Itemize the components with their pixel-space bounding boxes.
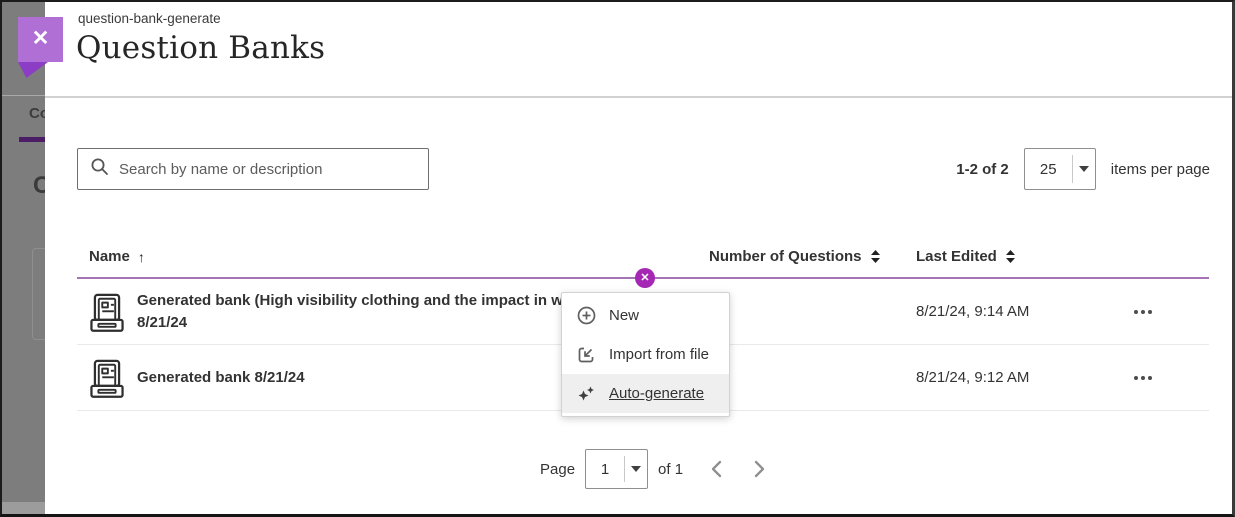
panel-header-divider [45, 96, 1232, 98]
breadcrumb: question-bank-generate [78, 11, 221, 26]
close-panel-button[interactable]: ✕ [18, 17, 63, 62]
last-edited-value: 8/21/24, 9:14 AM [916, 303, 1029, 320]
sort-both-icon [1005, 250, 1016, 263]
column-header-name[interactable]: Name ↑ [89, 248, 145, 265]
page-label: Page [540, 461, 575, 478]
question-bank-icon [88, 293, 126, 338]
sort-ascending-icon: ↑ [138, 249, 145, 265]
menu-item-import-from-file[interactable]: Import from file [562, 335, 729, 374]
row-overflow-menu-button[interactable] [1125, 299, 1161, 325]
page-size-controls: 1-2 of 2 25 items per page [956, 148, 1210, 190]
page-size-value: 25 [1025, 149, 1072, 189]
menu-item-label: Import from file [609, 346, 709, 363]
question-bank-icon [88, 359, 126, 404]
plus-circle-icon [576, 306, 596, 325]
column-header-last-edited[interactable]: Last Edited [916, 248, 1016, 265]
menu-item-label: New [609, 307, 639, 324]
column-label: Number of Questions [709, 248, 862, 265]
column-label: Last Edited [916, 248, 997, 265]
page-title: Question Banks [76, 30, 325, 66]
sort-both-icon [870, 250, 881, 263]
background-footer-band [2, 502, 45, 516]
close-icon: ✕ [32, 28, 50, 49]
bank-name-line1: Generated bank 8/21/24 [137, 367, 305, 389]
add-bank-context-menu: New Import from file Auto-generate [561, 292, 730, 417]
sparkle-icon [576, 384, 596, 403]
page-number-select[interactable]: 1 [585, 449, 648, 489]
items-per-page-label: items per page [1111, 161, 1210, 178]
search-input[interactable] [119, 161, 416, 178]
column-label: Name [89, 248, 130, 265]
search-container [77, 148, 429, 190]
chevron-right-icon [749, 457, 769, 481]
close-icon: ✕ [640, 273, 649, 284]
import-icon [576, 346, 596, 364]
results-range-label: 1-2 of 2 [956, 161, 1009, 178]
chevron-left-icon [707, 457, 727, 481]
pagination: Page 1 of 1 [540, 449, 769, 489]
page-size-select[interactable]: 25 [1024, 148, 1096, 190]
dimmed-background-overlay: Co C [2, 2, 45, 514]
page-count-label: of 1 [658, 461, 683, 478]
background-active-tab-underline [19, 137, 45, 142]
current-page-value: 1 [586, 450, 624, 488]
chevron-down-icon [625, 450, 647, 488]
bank-name-link[interactable]: Generated bank 8/21/24 [137, 367, 305, 389]
bank-name-link[interactable]: Generated bank (High visibility clothing… [137, 290, 589, 334]
menu-item-auto-generate[interactable]: Auto-generate [562, 374, 729, 413]
question-banks-peek-panel: Co C question-bank-generate Question Ban… [0, 0, 1235, 517]
menu-close-button[interactable]: ✕ [635, 268, 655, 288]
background-divider [2, 95, 45, 96]
bank-name-line2: 8/21/24 [137, 312, 589, 334]
menu-item-label: Auto-generate [609, 385, 704, 402]
search-icon [90, 157, 109, 181]
chevron-down-icon [1073, 149, 1095, 189]
ellipsis-icon [1134, 376, 1138, 380]
next-page-button[interactable] [749, 457, 769, 481]
previous-page-button[interactable] [707, 457, 727, 481]
menu-item-new[interactable]: New [562, 296, 729, 335]
column-header-number-of-questions[interactable]: Number of Questions [709, 248, 881, 265]
ellipsis-icon [1134, 310, 1138, 314]
last-edited-value: 8/21/24, 9:12 AM [916, 369, 1029, 386]
bank-name-line1: Generated bank (High visibility clothing… [137, 290, 589, 312]
row-overflow-menu-button[interactable] [1125, 365, 1161, 391]
background-card-edge [32, 248, 45, 340]
